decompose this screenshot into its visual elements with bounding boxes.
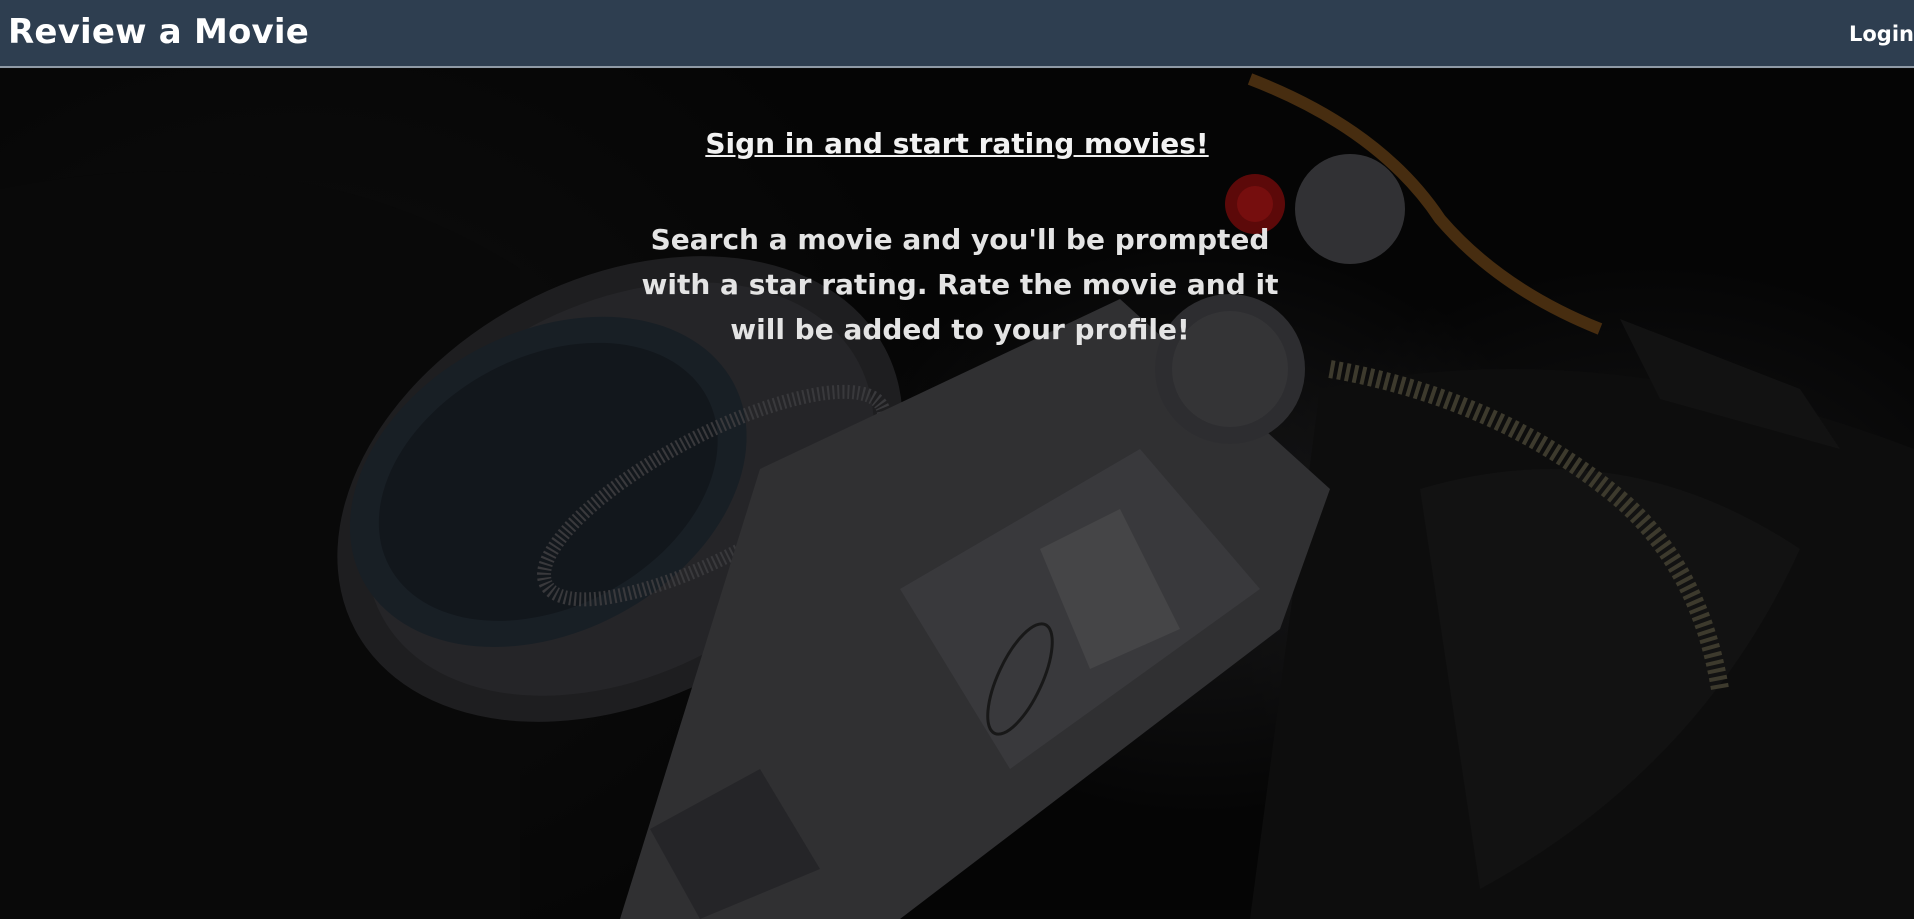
hero-headline[interactable]: Sign in and start rating movies! <box>0 127 1914 160</box>
navbar: Review a Movie Login <box>0 0 1914 68</box>
background-camera-image <box>0 69 1914 919</box>
hero-section: Sign in and start rating movies! Search … <box>0 69 1914 919</box>
brand-title[interactable]: Review a Movie <box>8 12 309 52</box>
login-link[interactable]: Login <box>1849 22 1914 46</box>
hero-description: Search a movie and you'll be prompted wi… <box>641 223 1279 346</box>
